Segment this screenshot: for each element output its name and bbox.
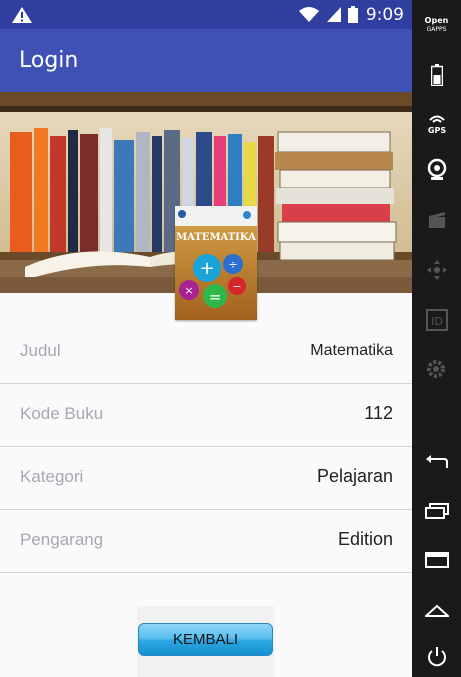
power-icon[interactable] [412, 645, 461, 669]
svg-text:GPS: GPS [427, 126, 445, 135]
detail-label-judul: Judul [20, 341, 61, 360]
settings-control-icon[interactable] [412, 356, 461, 382]
emulator-sidebar: Open GAPPS GPS ID [412, 0, 461, 677]
detail-value-kategori: Pelajaran [316, 466, 393, 486]
kembali-button[interactable]: KEMBALI [138, 623, 273, 656]
app-bar: Login [0, 29, 412, 92]
detail-value-judul: Matematika [310, 342, 393, 359]
device-screen: 9:09 Login MATEMATIKA + ÷ × = − Judul Ma… [0, 0, 412, 677]
back-nav-icon[interactable] [412, 450, 461, 474]
detail-value-pengarang: Edition [337, 529, 393, 549]
detail-label-kode-buku: Kode Buku [20, 404, 104, 423]
id-control-icon[interactable]: ID [412, 307, 461, 333]
detail-row-pengarang: Pengarang Edition [0, 510, 412, 573]
battery-control-icon[interactable] [412, 62, 461, 88]
dpad-control-icon[interactable] [412, 256, 461, 284]
app-title: Login [19, 48, 79, 73]
opengapps-logo: Open GAPPS [424, 16, 449, 33]
svg-text:×: × [184, 284, 193, 297]
wifi-icon [298, 7, 319, 22]
recent-apps-icon[interactable] [412, 500, 461, 522]
home-nav-icon[interactable] [412, 600, 461, 620]
status-time: 9:09 [365, 4, 404, 25]
media-control-icon[interactable] [412, 208, 461, 232]
detail-row-kode-buku: Kode Buku 112 [0, 384, 412, 447]
book-cover-image: MATEMATIKA + ÷ × = − [175, 206, 257, 320]
book-cover-title: MATEMATIKA [176, 232, 256, 243]
detail-label-pengarang: Pengarang [20, 530, 104, 549]
svg-text:−: − [232, 280, 241, 293]
webcam-control-icon[interactable] [412, 157, 461, 183]
book-details-list: Judul Matematika Kode Buku 112 Kategori … [0, 321, 412, 573]
gps-control-icon[interactable]: GPS [412, 110, 461, 136]
detail-row-judul: Judul Matematika [0, 321, 412, 384]
svg-text:=: = [209, 288, 222, 306]
status-bar: 9:09 [0, 0, 412, 29]
svg-text:ID: ID [431, 315, 443, 328]
battery-icon [347, 6, 358, 23]
detail-row-kategori: Kategori Pelajaran [0, 447, 412, 510]
menu-icon[interactable] [412, 550, 461, 570]
svg-text:÷: ÷ [228, 258, 237, 271]
warning-icon [12, 7, 32, 23]
detail-label-kategori: Kategori [20, 467, 84, 486]
detail-value-kode-buku: 112 [364, 403, 393, 423]
svg-text:+: + [199, 258, 214, 279]
cellular-signal-icon [326, 7, 341, 22]
